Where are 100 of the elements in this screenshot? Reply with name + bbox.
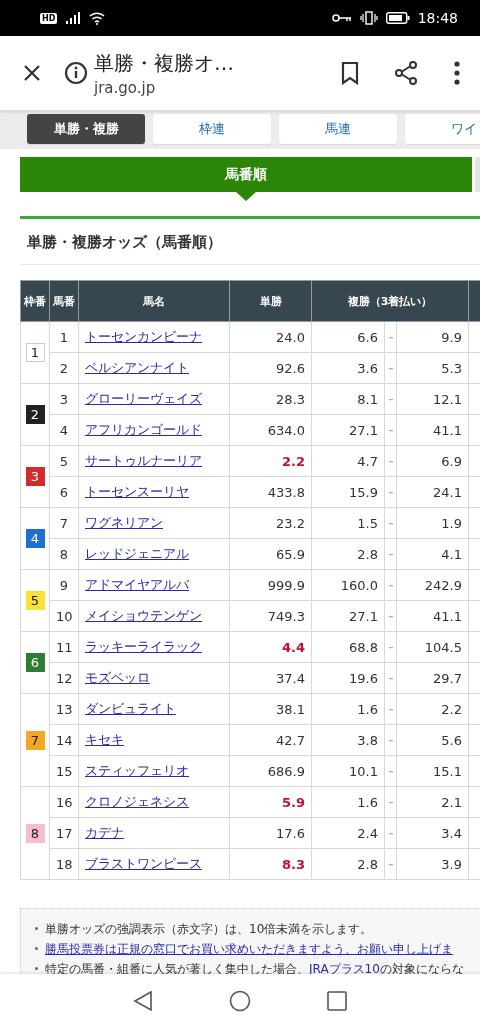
horse-number-cell: 1: [49, 321, 79, 353]
win-odds: 999.9: [267, 577, 305, 593]
wifi-icon: [89, 11, 106, 25]
win-odds: 92.6: [276, 360, 305, 376]
note-link[interactable]: 勝馬投票券は正規の窓口でお買い求めいただきますよう、お願い申し上げま: [45, 942, 453, 956]
win-odds: 634.0: [267, 422, 305, 438]
place-max-odds: 6.9: [396, 445, 469, 477]
bet-type-tab[interactable]: 馬連: [279, 114, 397, 144]
bookmark-icon[interactable]: [341, 61, 359, 85]
bullet-icon: [35, 926, 38, 930]
win-odds: 686.9: [267, 763, 305, 779]
key-icon: [331, 13, 352, 23]
range-dash-icon: [388, 678, 393, 680]
range-dash-icon: [388, 554, 393, 556]
horse-number-cell: 13: [49, 693, 79, 725]
section-heading: 単勝・複勝オッズ（馬番順）: [20, 219, 480, 265]
horse-number-cell: 11: [49, 631, 79, 663]
place-max-odds: 5.3: [396, 352, 469, 384]
page-url: jra.go.jp: [94, 78, 157, 97]
win-odds: 17.6: [276, 825, 305, 841]
range-dash-icon: [388, 523, 393, 525]
battery-icon: [385, 12, 410, 24]
place-max-odds: 29.7: [396, 662, 469, 694]
frame-number-badge: 2: [25, 405, 45, 424]
range-dash-icon: [388, 647, 393, 649]
recents-nav-icon[interactable]: [327, 991, 347, 1011]
horse-name-link[interactable]: キセキ: [85, 732, 124, 747]
win-odds: 37.4: [276, 670, 305, 686]
bullet-icon: [35, 966, 38, 970]
bet-type-tab[interactable]: ワイ: [405, 114, 480, 144]
win-odds: 749.3: [267, 608, 305, 624]
range-dash-icon: [388, 430, 393, 432]
place-max-odds: 5.6: [396, 724, 469, 756]
win-odds: 23.2: [276, 515, 305, 531]
bullet-icon: [35, 946, 38, 950]
horse-number-cell: 2: [49, 352, 79, 384]
frame-number-badge: 1: [25, 343, 45, 362]
horse-name-link[interactable]: カデナ: [85, 825, 124, 840]
place-max-odds: 41.1: [396, 600, 469, 632]
place-max-odds: 24.1: [396, 476, 469, 508]
win-odds: 4.4: [281, 639, 305, 655]
place-max-odds: 4.1: [396, 538, 469, 570]
share-icon[interactable]: [394, 60, 418, 86]
horse-number-cell: 3: [49, 383, 79, 415]
win-odds: 42.7: [276, 732, 305, 748]
signal-icon: [65, 12, 82, 24]
range-dash-icon: [388, 616, 393, 618]
frame-number-badge: 5: [25, 591, 45, 610]
column-header: 馬番: [49, 280, 79, 322]
bet-type-tab[interactable]: 単勝・複勝: [27, 114, 145, 144]
range-dash-icon: [388, 771, 393, 773]
range-dash-icon: [388, 585, 393, 587]
hd-indicator: HD: [40, 12, 58, 24]
horse-number-cell: 15: [49, 755, 79, 787]
horse-number-cell: 5: [49, 445, 79, 477]
horse-number-cell: 16: [49, 786, 79, 818]
column-header: 単勝: [229, 280, 312, 322]
win-odds: 24.0: [276, 329, 305, 345]
range-dash-icon: [388, 802, 393, 804]
range-dash-icon: [388, 368, 393, 370]
horse-number-cell: 18: [49, 848, 79, 880]
range-dash-icon: [388, 337, 393, 339]
column-header: 複勝（3着払い）: [311, 280, 469, 322]
place-max-odds: 3.4: [396, 817, 469, 849]
horse-number-cell: 14: [49, 724, 79, 756]
place-max-odds: 2.2: [396, 693, 469, 725]
frame-number-badge: 7: [25, 730, 45, 750]
win-odds: 28.3: [276, 391, 305, 407]
range-dash-icon: [388, 461, 393, 463]
place-max-odds: 104.5: [396, 631, 469, 663]
info-icon[interactable]: [64, 61, 88, 85]
more-icon[interactable]: [454, 61, 460, 85]
horse-number-cell: 7: [49, 507, 79, 539]
range-dash-icon: [388, 709, 393, 711]
range-dash-icon: [388, 740, 393, 742]
win-odds: 38.1: [276, 701, 305, 717]
vibrate-icon: [359, 11, 378, 25]
place-max-odds: 15.1: [396, 755, 469, 787]
place-max-odds: 41.1: [396, 414, 469, 446]
tab-pointer-icon: [236, 192, 256, 201]
home-nav-icon[interactable]: [229, 990, 251, 1012]
frame-number-badge: 8: [25, 823, 45, 843]
page-title: 単勝・複勝オ…: [94, 49, 235, 77]
close-icon[interactable]: [22, 63, 42, 83]
place-max-odds: 9.9: [396, 321, 469, 353]
win-odds: 433.8: [267, 484, 305, 500]
horse-number-cell: 10: [49, 600, 79, 632]
place-max-odds: 3.9: [396, 848, 469, 880]
win-odds: 8.3: [281, 856, 305, 872]
note-text: 単勝オッズの強調表示（赤文字）は、10倍未満を示します。: [31, 919, 480, 939]
horse-number-cell: 9: [49, 569, 79, 601]
win-odds: 5.9: [281, 794, 305, 810]
horse-number-cell: 6: [49, 476, 79, 508]
bet-type-tab[interactable]: 枠連: [153, 114, 271, 144]
range-dash-icon: [388, 492, 393, 494]
clock: 18:48: [417, 10, 458, 26]
place-max-odds: 242.9: [396, 569, 469, 601]
frame-number-badge: 3: [25, 467, 45, 486]
back-nav-icon[interactable]: [133, 990, 153, 1012]
frame-number-badge: 4: [25, 529, 45, 548]
